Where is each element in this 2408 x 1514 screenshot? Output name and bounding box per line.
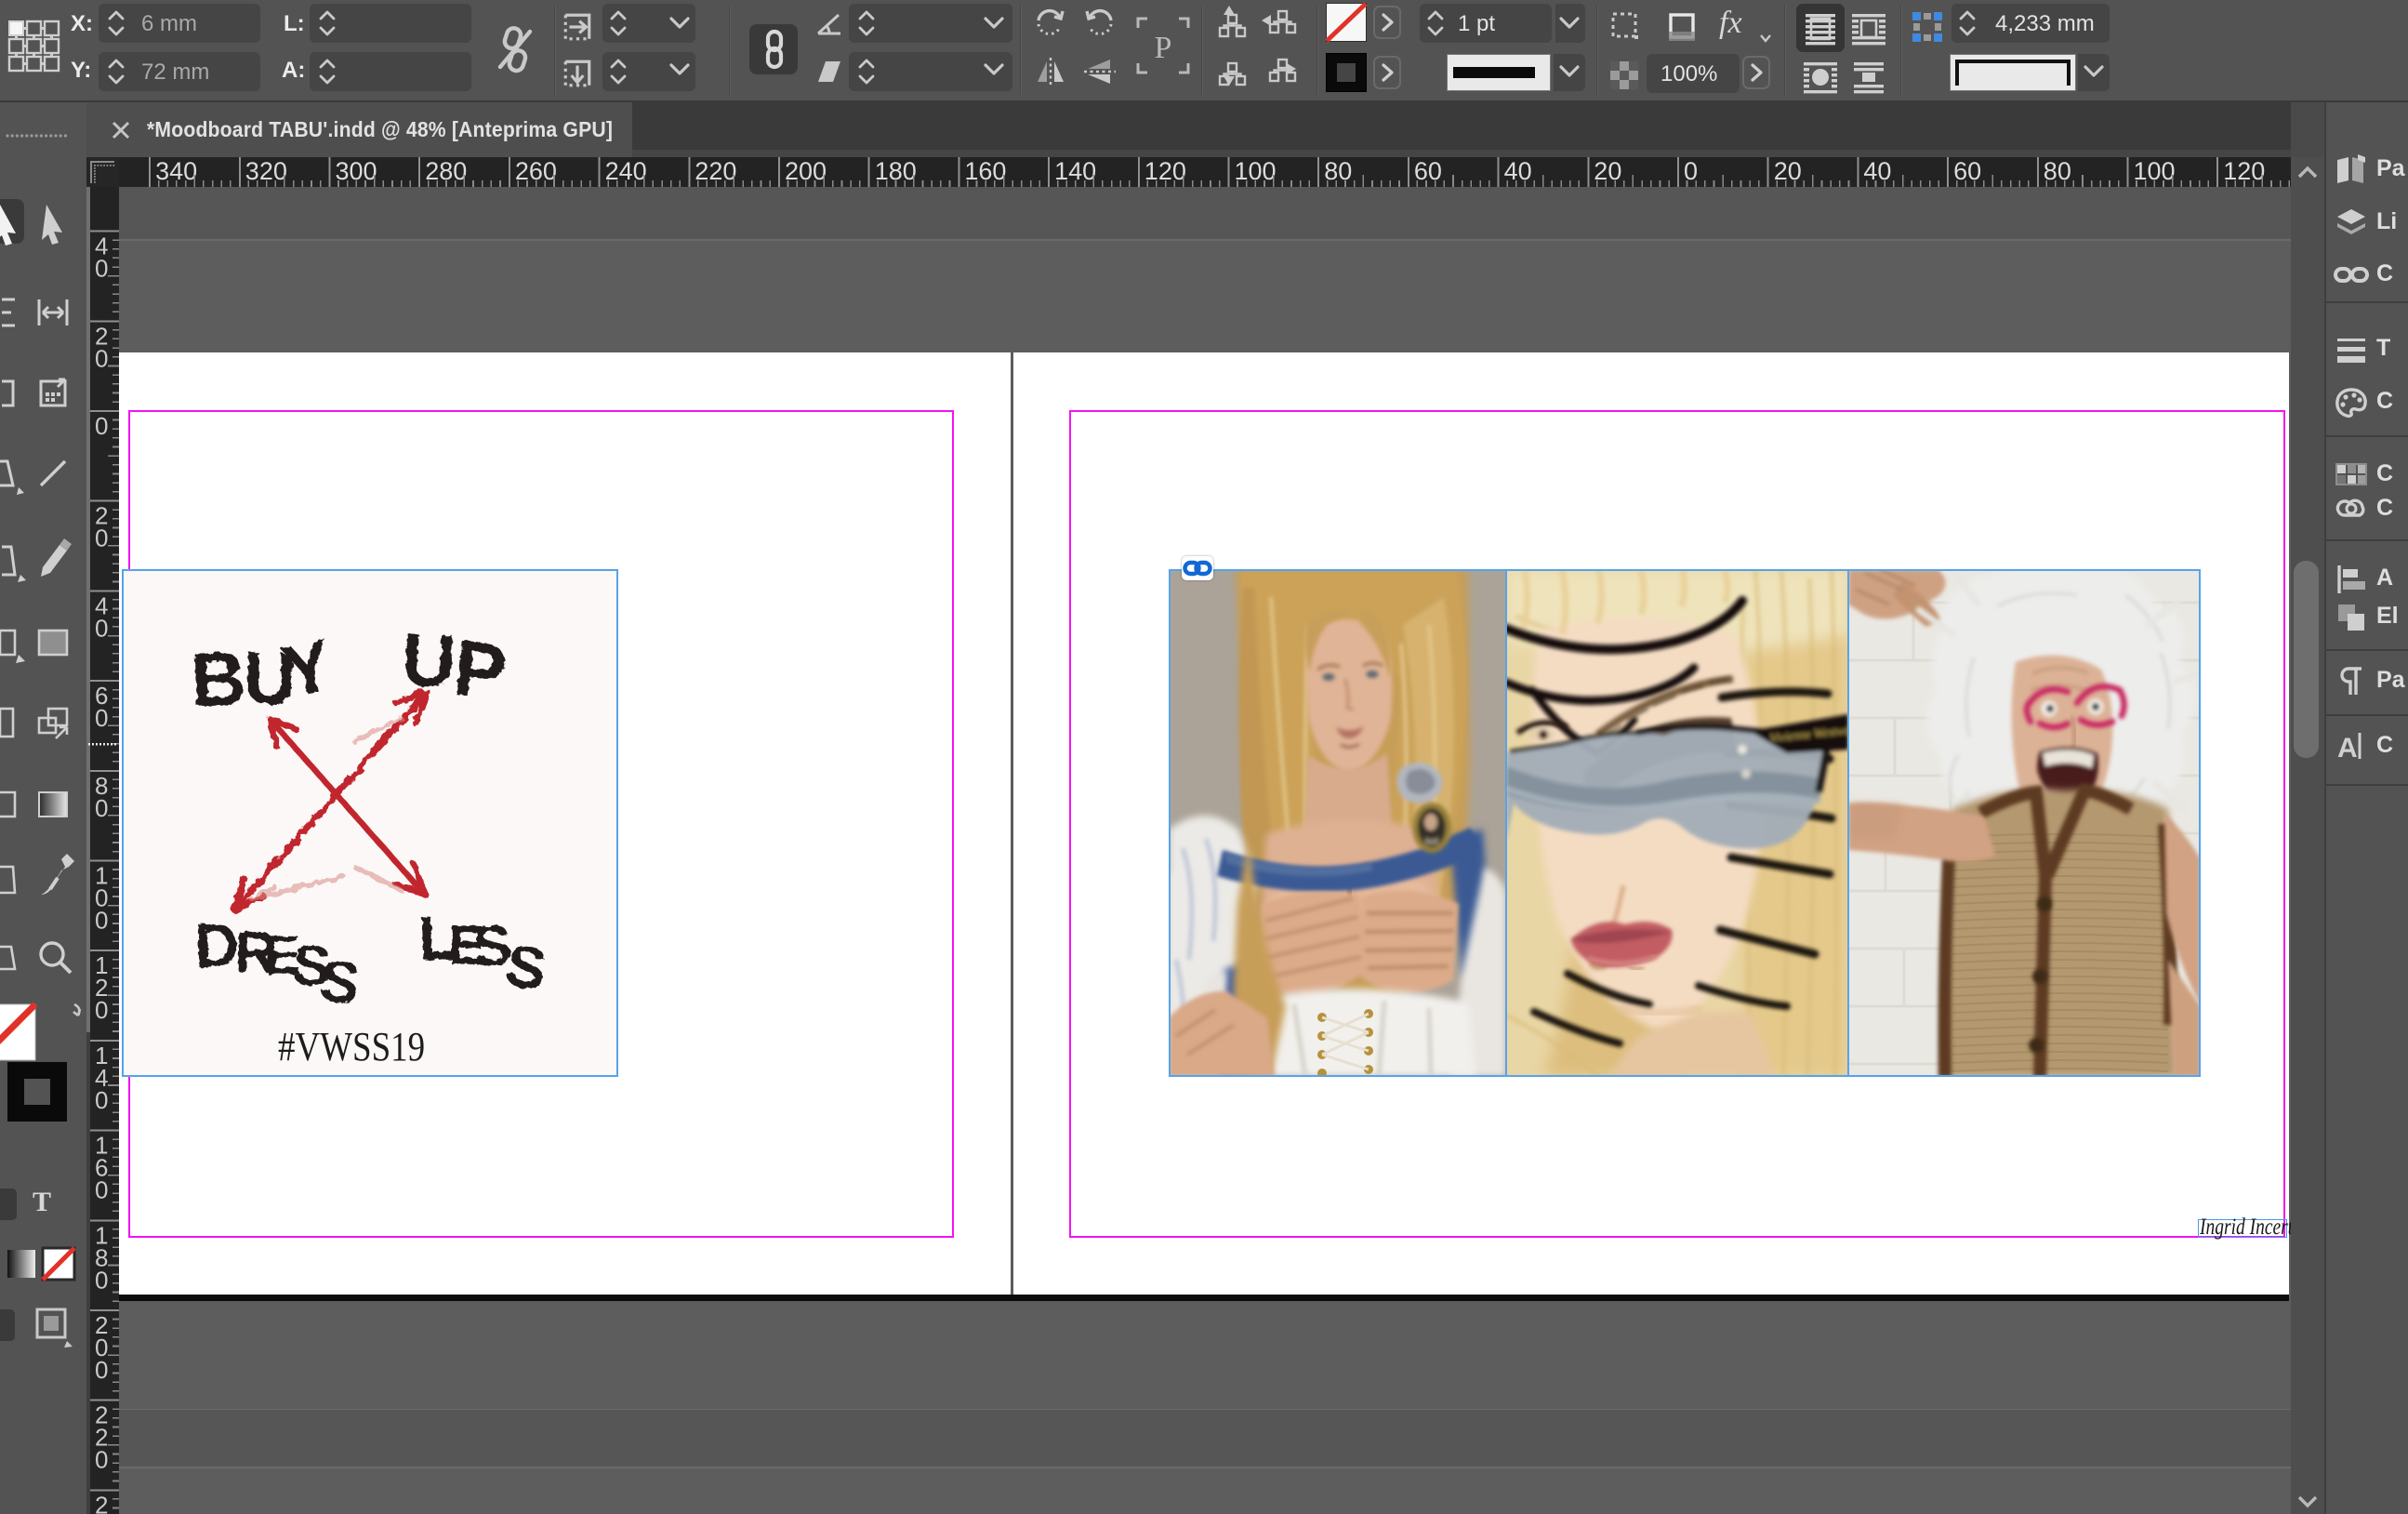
svg-text:0: 0 [95, 907, 108, 935]
svg-text:2: 2 [95, 1491, 108, 1514]
svg-text:A: A [2337, 733, 2358, 764]
svg-text:40: 40 [1863, 157, 1891, 185]
svg-text:20: 20 [1774, 157, 1802, 185]
svg-text:60: 60 [1953, 157, 1981, 185]
svg-text:0: 0 [95, 996, 108, 1024]
svg-text:20: 20 [1594, 157, 1621, 185]
svg-text:0: 0 [95, 1176, 108, 1204]
svg-text:0: 0 [95, 255, 108, 283]
svg-text:0: 0 [95, 344, 108, 372]
svg-text:0: 0 [95, 525, 108, 552]
svg-text:80: 80 [1324, 157, 1352, 185]
svg-text:60: 60 [1414, 157, 1442, 185]
svg-text:0: 0 [95, 614, 108, 642]
svg-text:0: 0 [95, 794, 108, 822]
svg-text:0: 0 [95, 1086, 108, 1114]
svg-text:80: 80 [2044, 157, 2071, 185]
svg-text:0: 0 [95, 412, 108, 440]
svg-text:P: P [1155, 31, 1172, 65]
svg-text:0: 0 [95, 1266, 108, 1294]
svg-text:0: 0 [95, 704, 108, 732]
svg-text:0: 0 [95, 1356, 108, 1384]
svg-text:0: 0 [95, 1446, 108, 1474]
svg-text:40: 40 [1504, 157, 1532, 185]
